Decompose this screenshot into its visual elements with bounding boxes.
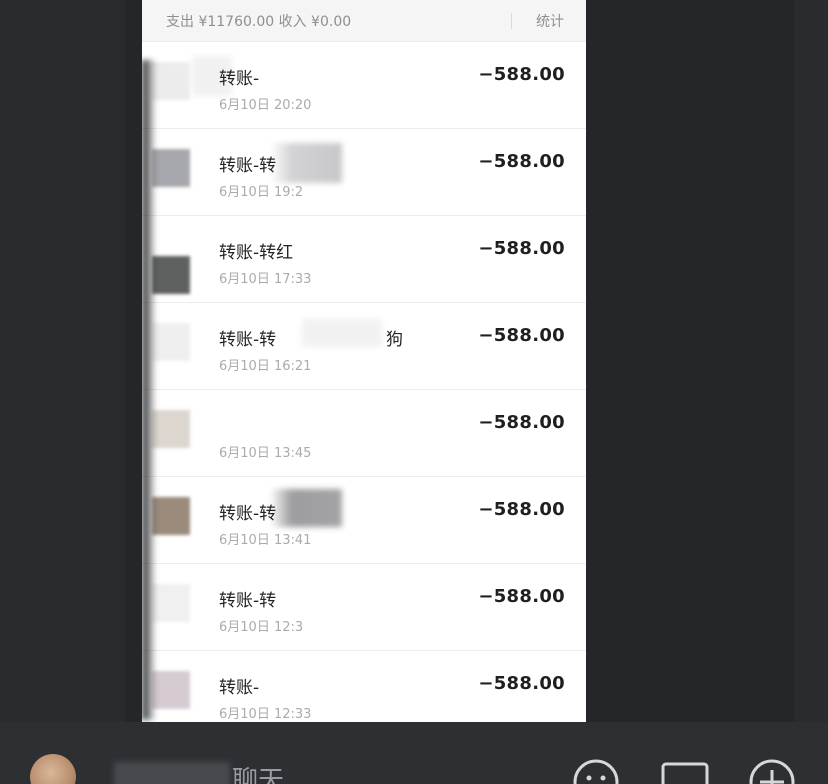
transaction-avatar [152,584,190,622]
emoji-icon[interactable] [572,758,620,784]
transaction-amount: −588.00 [478,238,565,259]
transaction-amount: −588.00 [478,412,565,433]
transaction-avatar [152,256,190,294]
bill-list: 支出 ¥11760.00 收入 ¥0.00 统计 转账- 6月10日 20:20… [142,0,586,722]
avatar[interactable] [30,754,76,784]
transaction-amount: −588.00 [478,151,565,172]
transaction-amount: −588.00 [478,586,565,607]
screenshot-frame: 支出 ¥11760.00 收入 ¥0.00 统计 转账- 6月10日 20:20… [125,0,794,722]
transaction-amount: −588.00 [478,673,565,694]
transaction-time: 6月10日 19:2 [219,185,304,200]
transaction-amount: −588.00 [478,499,565,520]
transaction-avatar [152,323,190,361]
transaction-amount: −588.00 [478,325,565,346]
privacy-mosaic [270,143,342,183]
transaction-time: 6月10日 12:33 [219,707,312,722]
transaction-row[interactable]: 转账-转 6月10日 12:3 −588.00 [142,564,586,651]
transaction-amount: −588.00 [478,64,565,85]
edge-smear [142,60,156,720]
transaction-time: 6月10日 20:20 [219,98,312,113]
transaction-avatar [152,671,190,709]
chat-label[interactable]: 聊天 [232,760,284,784]
summary-text: 支出 ¥11760.00 收入 ¥0.00 [166,13,352,30]
transaction-avatar [152,497,190,535]
transaction-title: 转账-转 [219,591,277,611]
screen: 支出 ¥11760.00 收入 ¥0.00 统计 转账- 6月10日 20:20… [0,0,828,784]
transaction-row[interactable]: 转账-转 6月10日 19:2 −588.00 [142,129,586,216]
plus-icon[interactable] [748,758,796,784]
transaction-title: 转账-转 [219,330,277,350]
privacy-mosaic [302,319,382,347]
transaction-title: 转账- [219,678,260,698]
transaction-time: 6月10日 13:45 [219,446,312,461]
transaction-row[interactable]: 转账- 6月10日 12:33 −588.00 [142,651,586,722]
transaction-title: 转账- [219,69,260,89]
transaction-time: 6月10日 16:21 [219,359,312,374]
transaction-title: 转账-转 [219,156,277,176]
privacy-mosaic [114,762,230,784]
transaction-row[interactable]: 转账-转 狗 6月10日 16:21 −588.00 [142,303,586,390]
transaction-row[interactable]: 转账- 6月10日 20:20 −588.00 [142,42,586,129]
transaction-time: 6月10日 17:33 [219,272,312,287]
summary-bar: 支出 ¥11760.00 收入 ¥0.00 统计 [142,0,586,42]
privacy-mosaic [270,489,342,527]
transaction-title-suffix: 狗 [386,330,403,350]
transaction-title: 转账-转红 [219,243,294,263]
right-background [794,0,828,722]
transaction-time: 6月10日 13:41 [219,533,312,548]
transaction-avatar [152,149,190,187]
transaction-row[interactable]: 6月10日 13:45 −588.00 [142,390,586,477]
summary-divider [511,12,512,29]
cast-icon[interactable] [660,758,710,784]
chat-input-bar: 聊天 [0,722,828,784]
transaction-row[interactable]: 转账-转红 6月10日 17:33 −588.00 [142,216,586,303]
transaction-time: 6月10日 12:3 [219,620,304,635]
transaction-row[interactable]: 转账-转 6月10日 13:41 −588.00 [142,477,586,564]
transaction-avatar [152,62,190,100]
transaction-avatar [152,410,190,448]
left-background [0,0,125,722]
stats-button[interactable]: 统计 [536,11,564,31]
transaction-title: 转账-转 [219,504,277,524]
